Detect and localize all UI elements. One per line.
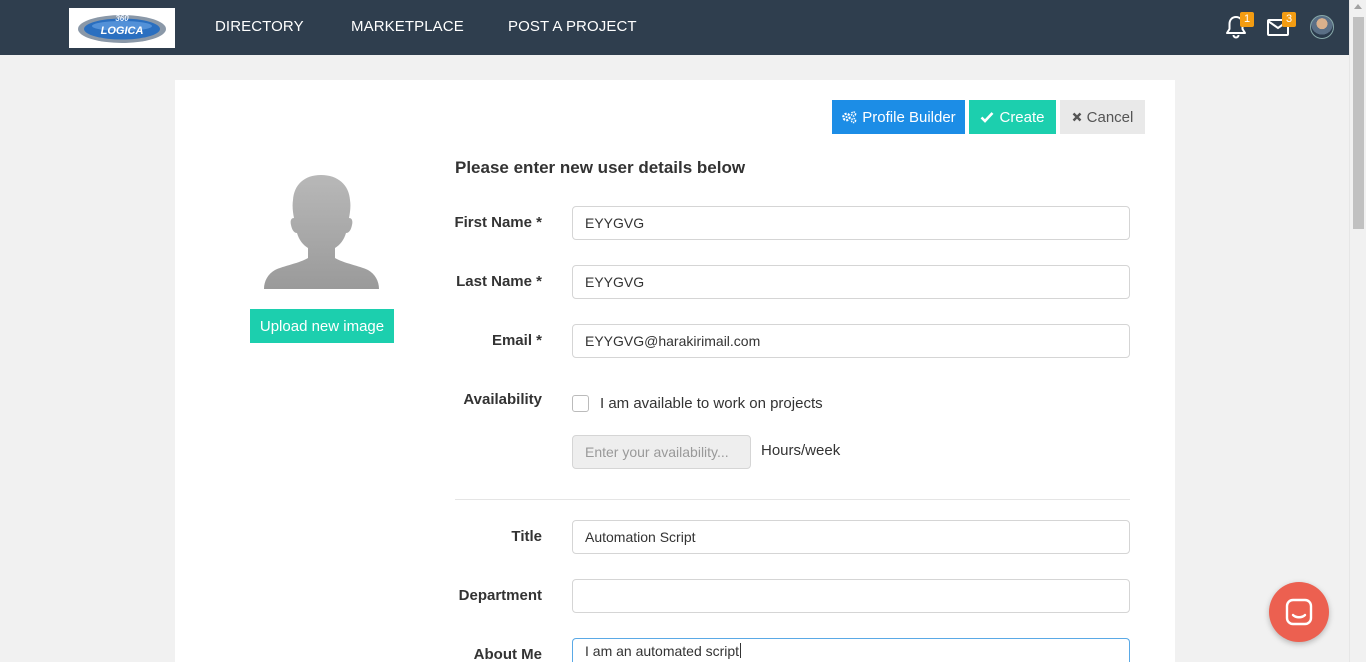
top-navbar: 360 LOGICA DIRECTORY MARKETPLACE POST A …	[0, 0, 1349, 55]
upload-image-button[interactable]: Upload new image	[250, 309, 394, 343]
availability-checkbox[interactable]	[572, 395, 589, 412]
profile-builder-button[interactable]: Profile Builder	[832, 100, 965, 134]
about-me-label: About Me	[473, 646, 542, 662]
form-heading: Please enter new user details below	[455, 158, 746, 177]
nav-link-directory[interactable]: DIRECTORY	[215, 18, 304, 35]
logo-image: 360 LOGICA	[78, 14, 166, 43]
logo[interactable]: 360 LOGICA	[69, 8, 175, 48]
department-input[interactable]	[572, 579, 1130, 613]
about-me-value: I am an automated script	[585, 642, 740, 659]
messages-button[interactable]: 3	[1266, 12, 1296, 40]
first-name-input[interactable]: EYYGVG	[572, 206, 1130, 240]
department-label: Department	[458, 587, 542, 604]
title-label: Title	[511, 528, 542, 545]
hours-per-week-label: Hours/week	[761, 442, 841, 459]
email-value: EYYGVG@harakirimail.com	[585, 333, 761, 349]
last-name-value: EYYGVG	[585, 274, 645, 290]
chat-launcher-button[interactable]	[1269, 582, 1329, 642]
profile-placeholder-image	[264, 175, 379, 289]
form-divider	[455, 499, 1130, 500]
close-icon	[1072, 112, 1081, 122]
notifications-badge: 1	[1240, 12, 1254, 27]
gears-icon	[842, 111, 857, 124]
scroll-up-arrow[interactable]	[1354, 4, 1362, 9]
cancel-label: Cancel	[1086, 108, 1134, 126]
user-avatar[interactable]	[1310, 15, 1334, 39]
cancel-button[interactable]: Cancel	[1060, 100, 1145, 134]
availability-hours-input[interactable]: Enter your availability...	[572, 435, 751, 469]
scrollbar[interactable]	[1349, 0, 1366, 662]
availability-checkbox-label[interactable]: I am available to work on projects	[600, 395, 823, 412]
create-button[interactable]: Create	[969, 100, 1056, 134]
logo-text: LOGICA	[101, 25, 144, 37]
chat-icon	[1285, 598, 1313, 626]
last-name-input[interactable]: EYYGVG	[572, 265, 1130, 299]
messages-badge: 3	[1282, 12, 1296, 27]
availability-placeholder: Enter your availability...	[585, 444, 729, 460]
notifications-button[interactable]: 1	[1224, 12, 1254, 40]
email-input[interactable]: EYYGVG@harakirimail.com	[572, 324, 1130, 358]
profile-builder-label: Profile Builder	[862, 108, 956, 126]
title-input[interactable]: Automation Script	[572, 520, 1130, 554]
first-name-label: First Name *	[454, 214, 542, 231]
scroll-thumb[interactable]	[1353, 17, 1364, 229]
first-name-value: EYYGVG	[585, 215, 645, 231]
text-caret	[740, 643, 742, 658]
nav-link-marketplace[interactable]: MARKETPLACE	[351, 18, 464, 35]
availability-label: Availability	[463, 391, 542, 408]
create-label: Create	[999, 108, 1045, 126]
title-value: Automation Script	[585, 529, 696, 545]
check-icon	[981, 112, 994, 123]
nav-link-post-project[interactable]: POST A PROJECT	[508, 18, 637, 35]
last-name-label: Last Name *	[456, 273, 542, 290]
about-me-textarea[interactable]: I am an automated script	[572, 638, 1130, 662]
email-label: Email *	[491, 332, 542, 349]
logo-number: 360	[115, 14, 129, 23]
